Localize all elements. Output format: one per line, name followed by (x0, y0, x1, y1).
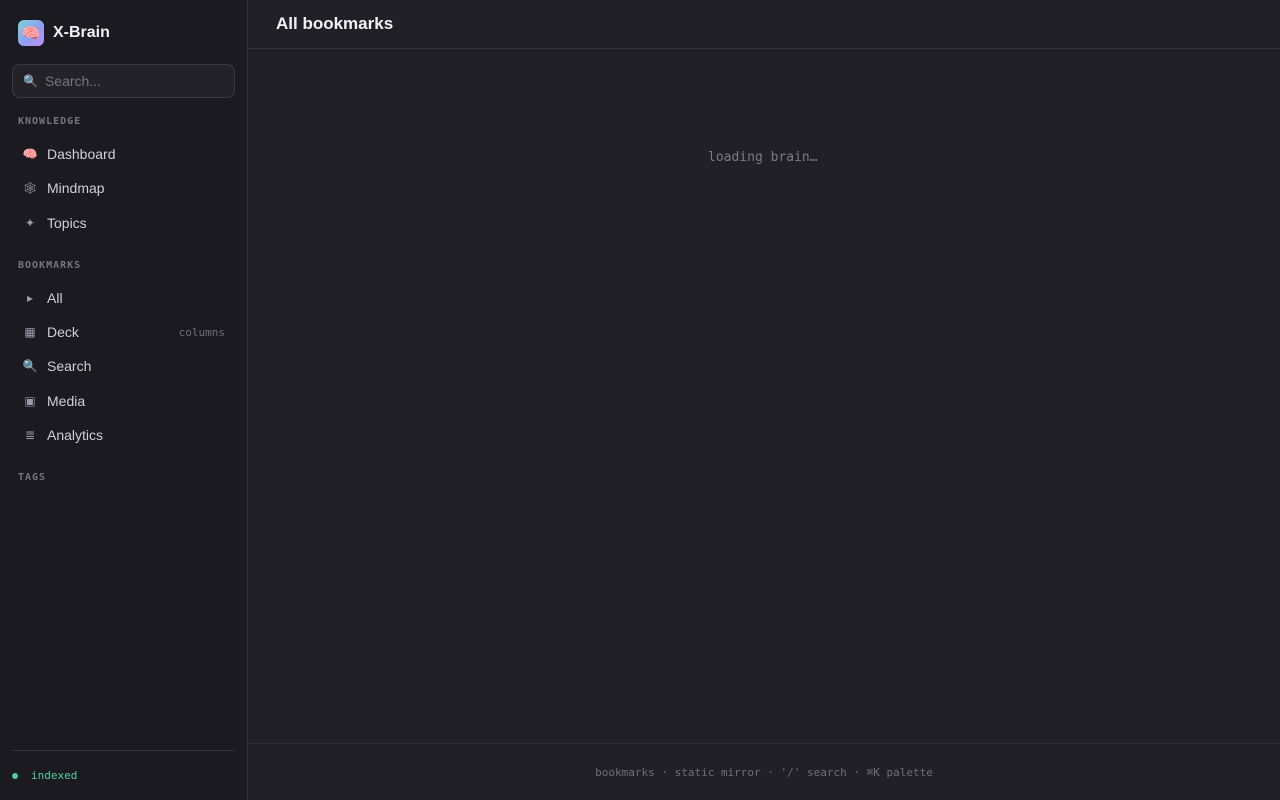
sidebar-item-topics[interactable]: ✦ Topics (12, 208, 235, 238)
sidebar-item-label: Deck (47, 324, 79, 340)
sidebar-item-label: Topics (47, 215, 87, 231)
search-icon: 🔍 (23, 74, 38, 88)
sidebar-item-label: Search (47, 358, 92, 374)
status-dot-icon (12, 772, 18, 779)
sidebar-item-label: Dashboard (47, 146, 116, 162)
sidebar-item-media[interactable]: ▣ Media (12, 386, 235, 416)
search-box[interactable]: 🔍 (12, 64, 235, 98)
main-content: All bookmarks loading brain… bookmarks ·… (248, 0, 1280, 800)
footer: bookmarks · static mirror · '/' search ·… (248, 743, 1280, 800)
section-label-bookmarks: BOOKMARKS (18, 260, 82, 271)
sidebar: 🧠 X-Brain 🔍 KNOWLEDGE 🧠 Dashboard 🕸 Mind… (0, 0, 248, 800)
sparkle-icon: ✦ (24, 216, 36, 230)
sidebar-item-search[interactable]: 🔍 Search (12, 351, 235, 381)
sidebar-item-dashboard[interactable]: 🧠 Dashboard (12, 139, 235, 169)
sidebar-item-label: Mindmap (47, 180, 105, 196)
divider (12, 750, 235, 751)
app-window: 🧠 X-Brain 🔍 KNOWLEDGE 🧠 Dashboard 🕸 Mind… (0, 0, 1280, 800)
sidebar-item-hint: columns (178, 325, 225, 339)
grid-icon: ▦ (24, 325, 36, 339)
sidebar-item-deck[interactable]: ▦ Deck columns (12, 317, 235, 347)
status-text: indexed (31, 769, 78, 782)
search-icon: 🔍 (22, 359, 38, 373)
brand[interactable]: 🧠 X-Brain (18, 20, 110, 46)
sidebar-item-analytics[interactable]: ≣ Analytics (12, 420, 235, 450)
section-label-tags: TAGS (18, 472, 47, 483)
page-title: All bookmarks (276, 14, 394, 33)
header: All bookmarks (248, 0, 1280, 49)
sidebar-item-all[interactable]: ▸ All (12, 283, 235, 313)
sidebar-item-mindmap[interactable]: 🕸 Mindmap (12, 173, 235, 203)
media-icon: ▣ (24, 394, 36, 408)
analytics-icon: ≣ (24, 428, 36, 442)
sidebar-item-label: Analytics (47, 427, 104, 443)
search-input[interactable] (44, 73, 225, 89)
sidebar-item-label: All (47, 290, 63, 306)
brain-icon: 🧠 (22, 147, 38, 161)
brain-logo-icon: 🧠 (18, 20, 44, 46)
section-label-knowledge: KNOWLEDGE (18, 116, 82, 127)
status-indicator: indexed (12, 769, 77, 782)
web-icon: 🕸 (22, 181, 38, 195)
triangle-right-icon: ▸ (26, 291, 34, 305)
footer-text: bookmarks · static mirror · '/' search ·… (595, 765, 933, 779)
app-title: X-Brain (53, 24, 110, 41)
loading-message: loading brain… (708, 150, 818, 165)
sidebar-item-label: Media (47, 393, 86, 409)
